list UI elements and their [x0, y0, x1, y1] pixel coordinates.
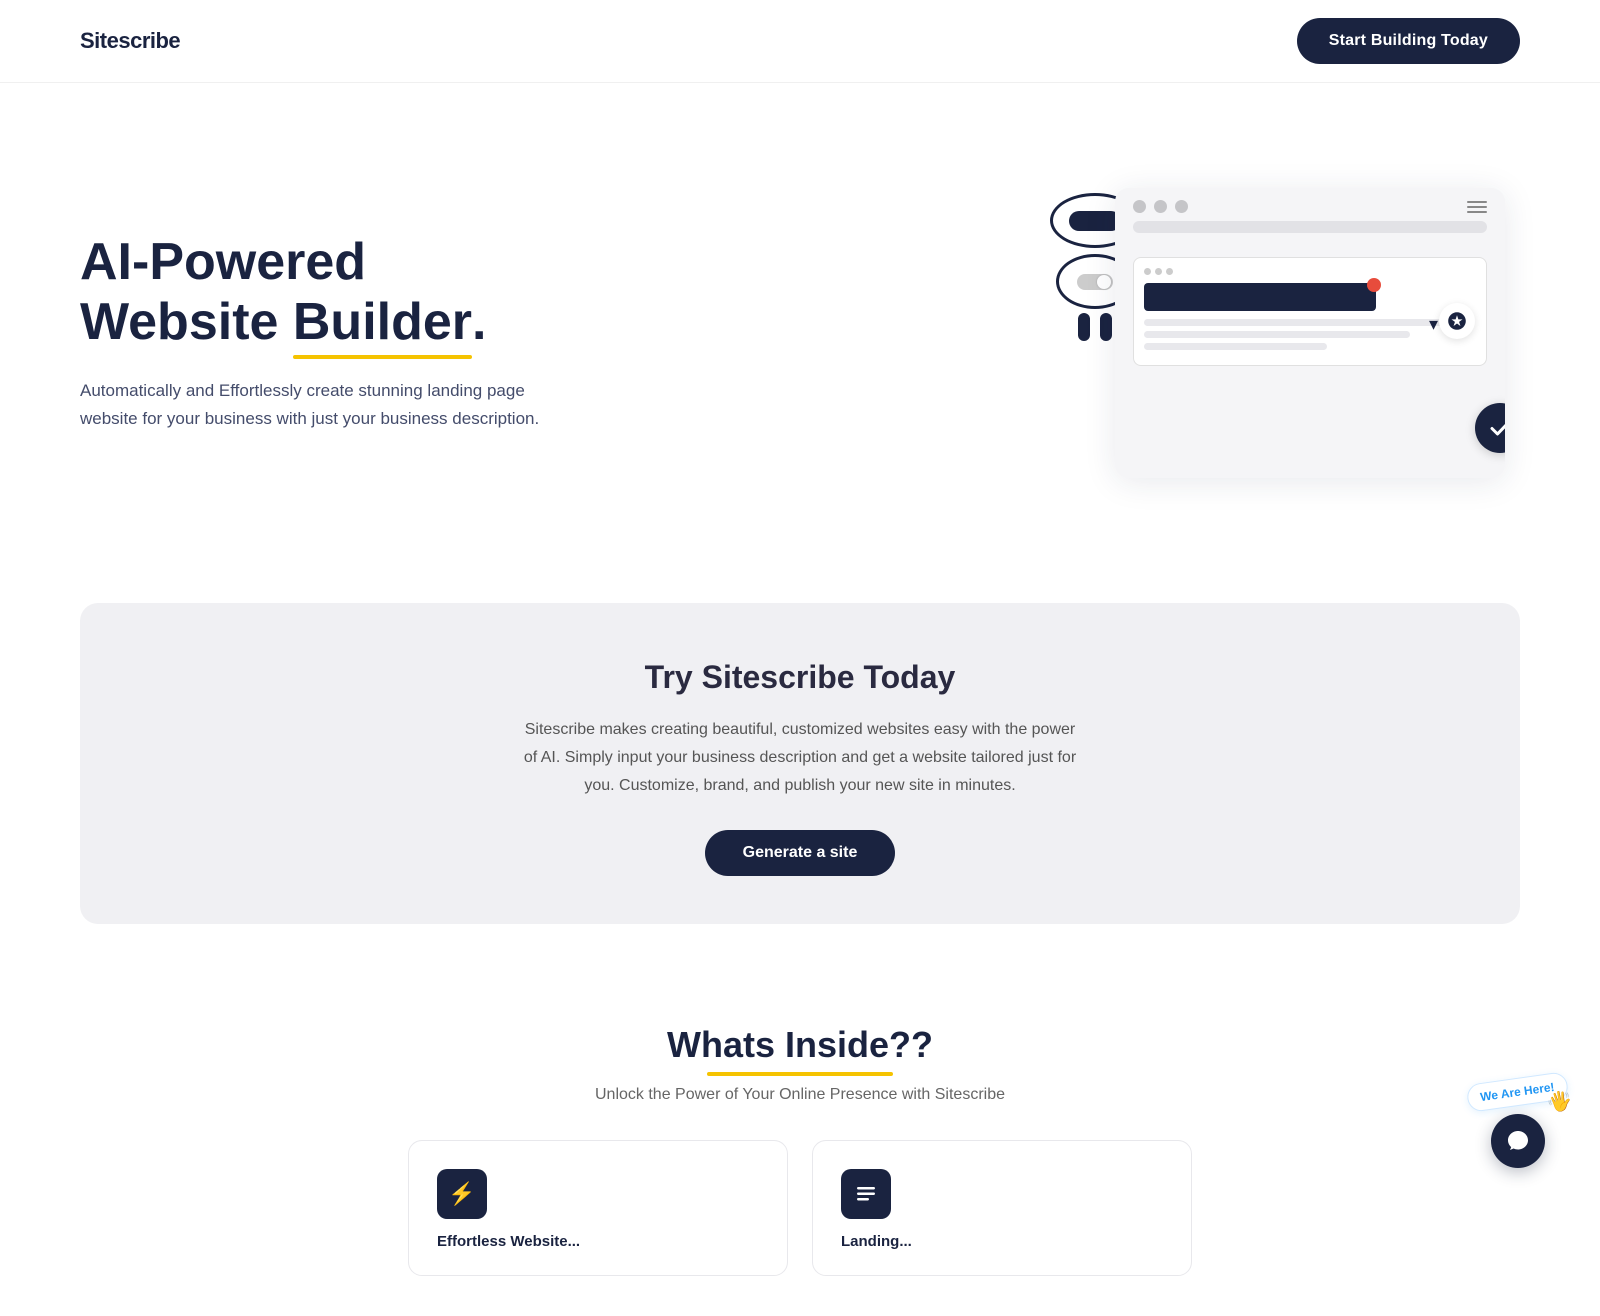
hero-illustration: ▾: [1100, 173, 1520, 493]
feature-cards: ⚡ Effortless Website... Landing...: [80, 1140, 1520, 1276]
hero-title-line1: AI-Powered: [80, 233, 366, 291]
content-line-1: [1144, 319, 1459, 326]
pin-icon: ▾: [1429, 314, 1438, 335]
try-description: Sitescribe makes creating beautiful, cus…: [520, 716, 1080, 800]
navbar: Sitescribe Start Building Today: [0, 0, 1600, 83]
feature-icon-1: ⚡: [437, 1169, 487, 1219]
inner-content-block: [1144, 283, 1376, 311]
hero-title-line2: Website Builder.: [80, 293, 486, 351]
cta-button[interactable]: Start Building Today: [1297, 18, 1520, 64]
feature-card-2: Landing...: [812, 1140, 1192, 1276]
hero-title-underline: Builder: [293, 293, 472, 359]
generate-button[interactable]: Generate a site: [705, 830, 896, 876]
hero-left: AI-Powered Website Builder. Automaticall…: [80, 233, 560, 433]
hero-title: AI-Powered Website Builder.: [80, 233, 560, 359]
openai-badge: [1439, 303, 1475, 339]
chat-widget: We Are Here! 👋: [1467, 1078, 1568, 1168]
try-title: Try Sitescribe Today: [120, 659, 1480, 696]
feature-icon-2: [841, 1169, 891, 1219]
dot-2: [1154, 200, 1167, 213]
robot-leg-right: [1100, 313, 1112, 341]
red-badge: [1367, 278, 1381, 292]
browser-dots: [1133, 200, 1188, 213]
browser-address-bar: [1133, 221, 1487, 233]
inside-title: Whats Inside??: [667, 1024, 933, 1076]
feature-label-2: Landing...: [841, 1233, 912, 1250]
feature-label-1: Effortless Website...: [437, 1233, 580, 1250]
feature-card-1: ⚡ Effortless Website...: [408, 1140, 788, 1276]
browser-bar: [1115, 188, 1505, 221]
chat-button[interactable]: [1491, 1114, 1545, 1168]
hero-description: Automatically and Effortlessly create st…: [80, 377, 560, 433]
browser-mockup: ▾: [1115, 188, 1505, 478]
robot-visor: [1069, 211, 1121, 231]
browser-content: ▾: [1115, 243, 1505, 443]
robot-toggle: [1077, 274, 1113, 290]
inside-subtitle: Unlock the Power of Your Online Presence…: [80, 1086, 1520, 1104]
hero-section: AI-Powered Website Builder. Automaticall…: [0, 83, 1600, 563]
check-badge: [1475, 403, 1505, 453]
try-section: Try Sitescribe Today Sitescribe makes cr…: [80, 603, 1520, 924]
inner-browser-bar: [1144, 268, 1476, 275]
content-line-3: [1144, 343, 1327, 350]
inside-section: Whats Inside?? Unlock the Power of Your …: [0, 964, 1600, 1316]
robot-leg-left: [1078, 313, 1090, 341]
content-line-2: [1144, 331, 1410, 338]
hamburger-icon[interactable]: [1467, 201, 1487, 213]
inner-browser: ▾: [1133, 257, 1487, 366]
dot-1: [1133, 200, 1146, 213]
dot-3: [1175, 200, 1188, 213]
site-logo: Sitescribe: [80, 28, 180, 54]
